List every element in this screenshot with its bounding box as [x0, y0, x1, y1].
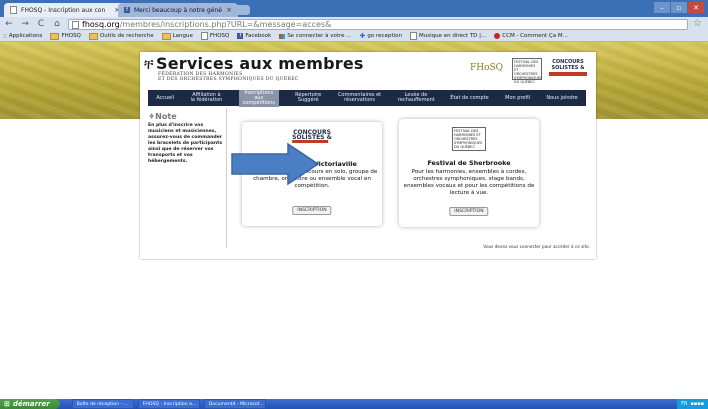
bookmark-label: CCM - Comment Ça M...	[502, 33, 568, 39]
note-body: En plus d'inscrire vos musiciens et musi…	[148, 123, 223, 164]
tab-merci[interactable]: f Merci beaucoup à notre géné ×	[118, 3, 238, 17]
bookmark-se-connecter[interactable]: Se connecter à votre ...	[279, 33, 352, 39]
facebook-icon: f	[124, 7, 130, 13]
site-header: ቸ Services aux membres FÉDÉRATION DES HA…	[140, 52, 596, 92]
page-icon	[10, 6, 17, 14]
tab-strip: FHOSQ - Inscription aux con × f Merci be…	[0, 0, 708, 17]
browser-chrome: FHOSQ - Inscription aux con × f Merci be…	[0, 0, 708, 42]
bookmarks-bar: ⁝⁝ Applications FHOSQ Outils de recherche…	[0, 31, 708, 41]
site-footer-note: Vous devez vous connecter pour accéder à…	[483, 244, 590, 249]
windows-logo-icon: ⊞	[4, 400, 10, 408]
bookmark-label: Langue	[172, 33, 193, 39]
fhosq-logo: FHoSQ	[470, 63, 504, 73]
bookmark-star-icon[interactable]: ☆	[693, 18, 702, 29]
url-host: fhosq.org	[82, 20, 120, 29]
site-subtitle: FÉDÉRATION DES HARMONIES ET DES ORCHESTR…	[158, 72, 299, 82]
concours-logo-bottom: SOLISTES &	[551, 65, 585, 71]
menu-commentaires[interactable]: Commentaires et réservations	[338, 93, 382, 103]
menu-inscriptions[interactable]: Inscriptions aux compétitions	[238, 89, 279, 107]
arrow-right-icon	[231, 142, 320, 186]
card-title: Festival de Sherbrooke	[427, 159, 511, 167]
taskbar: ⊞ démarrer Boîte de réception - ... FHOSQ…	[0, 399, 708, 409]
bookmark-musique[interactable]: Musique en direct TD |...	[410, 32, 486, 40]
subtitle-line2: ET DES ORCHESTRES SYMPHONIQUES DU QUÉBEC	[158, 77, 299, 82]
bookmark-label: Musique en direct TD |...	[419, 33, 487, 39]
note-sidebar: ♦Note En plus d'inscrire vos musiciens e…	[148, 108, 228, 252]
bookmark-facebook[interactable]: f Facebook	[237, 33, 271, 39]
tab-label: Merci beaucoup à notre géné	[134, 6, 222, 14]
facebook-icon: f	[237, 33, 244, 39]
minimize-button[interactable]: –	[654, 2, 670, 13]
url-path: /membres/inscriptions.php?URL=&message=a…	[119, 20, 332, 29]
ccm-icon	[494, 33, 501, 39]
address-bar[interactable]: fhosq.org/membres/inscriptions.php?URL=&…	[68, 19, 688, 30]
bookmark-outils[interactable]: Outils de recherche	[88, 32, 154, 40]
site-container: ቸ Services aux membres FÉDÉRATION DES HA…	[140, 52, 596, 259]
bookmark-langue[interactable]: Langue	[161, 32, 193, 40]
concours-logo: CONCOURS SOLISTES &	[548, 58, 588, 80]
home-icon[interactable]: ⌂	[50, 18, 64, 30]
star-icon: ✚	[359, 32, 366, 40]
festival-logo: FESTIVAL DES HARMONIES ET ORCHESTRES SYM…	[512, 58, 543, 84]
menu-levee[interactable]: Levée de rechauffement	[398, 93, 435, 103]
card-description: Pour les harmonies, ensembles à cordes, …	[403, 169, 535, 196]
start-label: démarrer	[12, 400, 50, 408]
bookmark-fhosq-folder[interactable]: FHOSQ	[50, 32, 81, 40]
main-menu: Accueil Affiliation à la fédération Insc…	[148, 89, 586, 107]
note-title: ♦Note	[148, 112, 177, 121]
card-sherbrooke: FESTIVAL DES HARMONIES ET ORCHESTRES SYM…	[399, 119, 539, 227]
card-logo-bottom: SOLISTES &	[292, 134, 332, 141]
inscription-button-victoriaville[interactable]: INSCRIPTION	[292, 206, 332, 215]
menu-mon-profil[interactable]: Mon profil	[505, 95, 530, 101]
tab-label: FHOSQ - Inscription aux con	[21, 6, 106, 14]
inscription-button-sherbrooke[interactable]: INSCRIPTION	[449, 207, 489, 216]
doc-icon	[410, 32, 417, 40]
window-controls: – ▫ ✕	[654, 2, 704, 13]
menu-affiliation[interactable]: Affiliation à la fédération	[190, 93, 223, 103]
bookmark-label: Facebook	[245, 33, 272, 39]
note-title-text: Note	[155, 112, 177, 121]
task-document[interactable]: Document4 - Microsof...	[203, 399, 266, 409]
doc-icon	[200, 32, 208, 40]
musician-logo-icon: ቸ	[144, 57, 154, 73]
bookmark-fhosq[interactable]: FHOSQ	[200, 32, 230, 40]
menu-etat-de-compte[interactable]: État de compte	[450, 95, 488, 101]
concours-logo-bar	[549, 72, 587, 76]
system-tray: FR ▪▪▪▪	[677, 399, 708, 409]
task-inbox[interactable]: Boîte de réception - ...	[71, 399, 134, 409]
menu-repertoire[interactable]: Répertoire Suggéré	[295, 93, 321, 103]
page-icon	[72, 20, 79, 29]
page-viewport: ቸ Services aux membres FÉDÉRATION DES HA…	[0, 42, 708, 399]
bookmark-go-reception[interactable]: ✚ go reception	[360, 32, 402, 40]
festival-card-logo: FESTIVAL DES HARMONIES ET ORCHESTRES SYM…	[452, 127, 486, 151]
new-tab-button[interactable]	[232, 5, 250, 15]
close-window-button[interactable]: ✕	[688, 2, 704, 13]
folder-icon	[88, 32, 98, 40]
tray-icons: ▪▪▪▪	[690, 401, 704, 407]
bookmark-label: Outils de recherche	[99, 33, 154, 39]
apps-icon: ⁝⁝	[3, 32, 7, 40]
bookmark-label: go reception	[367, 33, 402, 39]
bookmark-label: FHOSQ	[61, 33, 81, 39]
maximize-button[interactable]: ▫	[671, 2, 687, 13]
task-fhosq[interactable]: FHOSQ - Inscription a...	[137, 399, 200, 409]
menu-nous-joindre[interactable]: Nous joindre	[546, 95, 577, 101]
bookmark-label: Applications	[8, 33, 43, 39]
folder-icon	[50, 32, 60, 40]
bookmark-applications[interactable]: ⁝⁝ Applications	[3, 33, 42, 40]
tab-fhosq[interactable]: FHOSQ - Inscription aux con ×	[4, 3, 126, 17]
bookmark-ccm[interactable]: CCM - Comment Ça M...	[494, 33, 568, 39]
bookmark-label: Se connecter à votre ...	[287, 33, 352, 39]
start-button[interactable]: ⊞ démarrer	[0, 399, 60, 409]
bookmark-label: FHOSQ	[209, 33, 230, 39]
back-icon[interactable]: ←	[2, 18, 16, 30]
column-divider	[226, 108, 227, 248]
menu-accueil[interactable]: Accueil	[156, 95, 174, 101]
forward-icon[interactable]: →	[18, 18, 32, 30]
reload-icon[interactable]: C	[34, 18, 48, 30]
site-title: Services aux membres	[156, 54, 364, 73]
mail-icon	[279, 33, 286, 39]
folder-icon	[161, 32, 171, 40]
language-indicator[interactable]: FR	[681, 401, 687, 407]
